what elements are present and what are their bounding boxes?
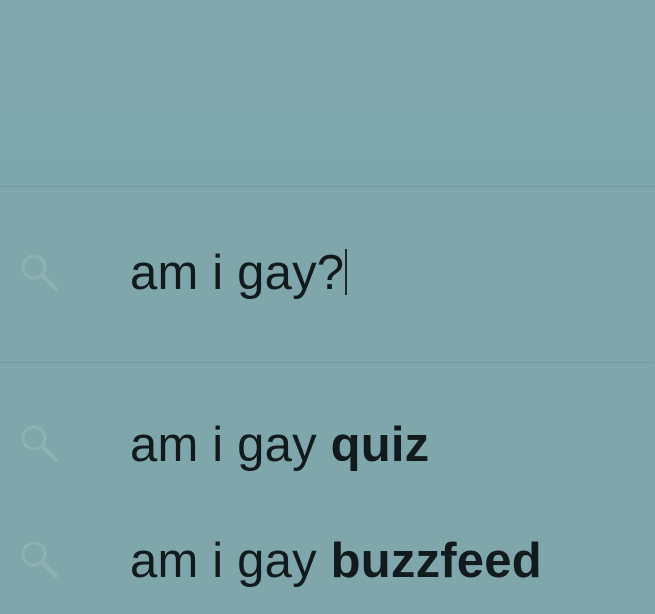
search-icon	[12, 415, 68, 471]
search-icon	[12, 531, 68, 587]
page-top-area	[0, 0, 655, 186]
suggestion-text[interactable]: am i gay buzzfeed	[130, 537, 542, 586]
suggestion-completion: buzzfeed	[330, 534, 542, 588]
suggestion-prefix: am i gay	[130, 418, 331, 472]
suggestion-item[interactable]: am i gay buzzfeed	[0, 519, 655, 599]
text-caret	[345, 249, 348, 295]
search-input-row[interactable]: am i gay?	[0, 232, 655, 312]
suggestions-divider	[0, 362, 655, 364]
suggestion-item[interactable]: am i gay quiz	[0, 403, 655, 483]
search-query: am i gay?	[130, 246, 345, 300]
suggestion-completion: quiz	[330, 418, 430, 472]
search-input[interactable]: am i gay?	[130, 246, 348, 300]
search-icon	[12, 244, 68, 300]
suggestion-text[interactable]: am i gay quiz	[130, 421, 429, 470]
suggestion-prefix: am i gay	[130, 534, 331, 588]
search-box-top-border	[0, 186, 655, 188]
